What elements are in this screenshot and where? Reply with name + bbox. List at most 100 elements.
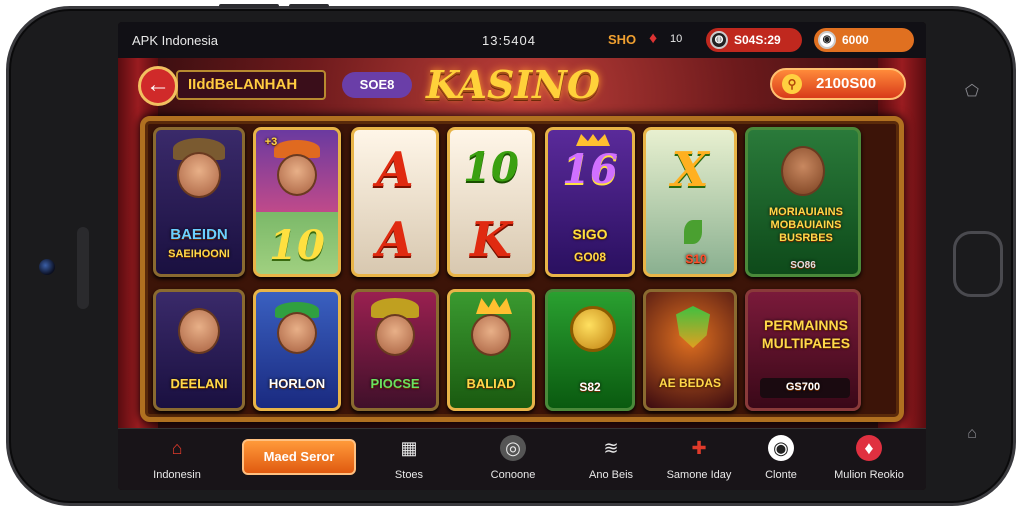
tile-10-label: PIOCSE bbox=[370, 376, 420, 391]
character-icon bbox=[178, 308, 220, 354]
front-camera bbox=[39, 259, 55, 275]
character-icon bbox=[781, 146, 825, 196]
game-tile-7[interactable]: MORIAUIAINS MOBAUIAINS BUSRBES SO86 bbox=[745, 127, 861, 277]
balance-pill-2[interactable]: ◉ 6000 bbox=[814, 28, 914, 52]
phone-top-button-2 bbox=[289, 4, 329, 8]
game-tile-1[interactable]: BAEIDN SAEIHOONI bbox=[153, 127, 245, 277]
screen: APK Indonesia 13:5404 SHO ♦ 10 ◍ S04S:29… bbox=[118, 22, 926, 490]
tile-5-top: 16 bbox=[562, 146, 618, 193]
kasino-logo: KASINO bbox=[425, 62, 601, 107]
coins-button[interactable]: ⚲ 2100S00 bbox=[770, 68, 906, 100]
tile-11-label: BALIAD bbox=[466, 376, 516, 391]
tile-7-value: SO86 bbox=[790, 260, 816, 271]
tile-14-text: PERMAINNS MULTIPAEES bbox=[761, 317, 851, 351]
back-button[interactable]: ← bbox=[138, 66, 178, 106]
game-title: IIddBeLANHAH bbox=[176, 70, 326, 100]
home-icon: ⌂ bbox=[171, 438, 183, 458]
tile-14-value: GS700 bbox=[785, 381, 821, 393]
gem-count: 10 bbox=[670, 33, 683, 45]
nav-label: Ano Beis bbox=[588, 469, 634, 481]
token-icon: ◉ bbox=[818, 31, 836, 49]
tile-5-bottom: GO08 bbox=[573, 250, 606, 264]
game-tile-2[interactable]: +3 10 bbox=[253, 127, 341, 277]
nav-label: Clonte bbox=[765, 469, 797, 481]
game-tile-13[interactable]: AE BEDAS bbox=[643, 289, 737, 411]
status-bar: APK Indonesia 13:5404 SHO ♦ 10 ◍ S04S:29… bbox=[118, 22, 926, 58]
clock: 13:5404 bbox=[482, 33, 536, 48]
game-tile-8[interactable]: DEELANI bbox=[153, 289, 245, 411]
gold-coin-icon bbox=[570, 306, 616, 352]
character-icon bbox=[471, 314, 511, 356]
game-tile-14[interactable]: PERMAINNS MULTIPAEES GS700 bbox=[745, 289, 861, 411]
tile-3-top: A bbox=[376, 142, 414, 198]
diamond-icon: ♦ bbox=[856, 435, 882, 461]
tile-7-text: MORIAUIAINS MOBAUIAINS BUSRBES bbox=[769, 206, 843, 244]
game-tile-10[interactable]: PIOCSE bbox=[351, 289, 439, 411]
tile-6-top: X bbox=[671, 142, 709, 198]
nav-item-stores[interactable]: ▦ Stoes bbox=[364, 433, 454, 487]
dice-icon: ✚ bbox=[691, 438, 707, 458]
nav-label: Stoes bbox=[394, 469, 424, 481]
crown-icon bbox=[576, 134, 610, 146]
nav-label: Mulion Reokio bbox=[834, 469, 904, 481]
shp-label: SHO bbox=[608, 32, 637, 47]
tile-6-bottom: S10 bbox=[685, 252, 707, 266]
nav-item-conoone[interactable]: ◎ Conoone bbox=[468, 433, 558, 487]
tile-2-corner: +3 bbox=[264, 136, 278, 148]
game-tile-5[interactable]: 16 SIGO GO08 bbox=[545, 127, 635, 277]
games-grid: BAEIDN SAEIHOONI +3 10 A A 10 K 16 SIGO … bbox=[140, 116, 904, 422]
tile-13-label: AE BEDAS bbox=[658, 376, 721, 390]
game-tile-6[interactable]: X S10 bbox=[643, 127, 737, 277]
nav-label: Indonesin bbox=[153, 469, 201, 481]
nav-item-mulion-reokio[interactable]: ♦ Mulion Reokio bbox=[824, 433, 914, 487]
wallet-icon: ◍ bbox=[710, 31, 728, 49]
crown-icon bbox=[476, 298, 512, 314]
leaf-icon bbox=[684, 220, 702, 244]
game-tile-4[interactable]: 10 K bbox=[447, 127, 535, 277]
phone-top-button bbox=[219, 4, 279, 8]
balance-pill-1[interactable]: ◍ S04S:29 bbox=[706, 28, 802, 52]
purple-tag[interactable]: SOE8 bbox=[342, 72, 412, 98]
app-name: APK Indonesia bbox=[132, 33, 219, 48]
target-icon: ◎ bbox=[500, 435, 526, 461]
tile-3-bottom: A bbox=[376, 212, 414, 268]
orange-action-button[interactable]: Maed Seror bbox=[242, 439, 356, 475]
game-header: IIddBeLANHAH ← SOE8 KASINO ⚲ 2100S00 bbox=[118, 58, 926, 116]
nav-item-ano-beis[interactable]: ≋ Ano Beis bbox=[566, 433, 656, 487]
game-stage: IIddBeLANHAH ← SOE8 KASINO ⚲ 2100S00 BAE… bbox=[118, 58, 926, 428]
game-tile-12[interactable]: S82 bbox=[545, 289, 635, 411]
game-tile-3[interactable]: A A bbox=[351, 127, 439, 277]
tile-12-value: S82 bbox=[579, 380, 601, 394]
character-icon bbox=[177, 152, 221, 198]
tile-4-bottom: K bbox=[470, 212, 512, 268]
speaker-grille bbox=[77, 227, 89, 309]
nav-label: Samone Iday bbox=[666, 469, 732, 481]
home-button[interactable] bbox=[953, 231, 1003, 297]
gem-icon: ♦ bbox=[649, 30, 658, 47]
tile-2-number: 10 bbox=[269, 222, 325, 269]
character-icon bbox=[277, 154, 317, 196]
tile-1-sublabel: SAEIHOONI bbox=[168, 248, 230, 260]
nav-item-indonesia[interactable]: ⌂ Indonesin bbox=[132, 433, 222, 487]
nav-recent-icon[interactable]: ⬠ bbox=[961, 81, 983, 103]
game-tile-9[interactable]: HORLON bbox=[253, 289, 341, 411]
nav-item-clonte[interactable]: ◉ Clonte bbox=[736, 433, 826, 487]
tile-1-label: BAEIDN bbox=[170, 226, 228, 243]
tile-4-top: 10 bbox=[463, 144, 519, 191]
character-icon bbox=[277, 312, 317, 354]
shield-icon bbox=[676, 306, 710, 348]
character-icon bbox=[375, 314, 415, 356]
tile-8-label: DEELANI bbox=[170, 376, 228, 391]
coin-search-icon: ⚲ bbox=[782, 74, 802, 94]
balance-2-value: 6000 bbox=[842, 33, 869, 47]
nav-item-samone-iday[interactable]: ✚ Samone Iday bbox=[654, 433, 744, 487]
tile-5-mid: SIGO bbox=[572, 226, 608, 242]
chips-icon: ≋ bbox=[603, 438, 619, 458]
game-tile-11[interactable]: BALIAD bbox=[447, 289, 535, 411]
balance-1-value: S04S:29 bbox=[734, 33, 781, 47]
coins-value: 2100S00 bbox=[816, 75, 877, 92]
nav-label: Conoone bbox=[490, 469, 536, 481]
bottom-nav: ⌂ Indonesin Maed Seror ▦ Stoes ◎ Conoone… bbox=[118, 428, 926, 490]
record-icon: ◉ bbox=[768, 435, 794, 461]
nav-back-icon[interactable]: ⌂ bbox=[961, 423, 983, 445]
